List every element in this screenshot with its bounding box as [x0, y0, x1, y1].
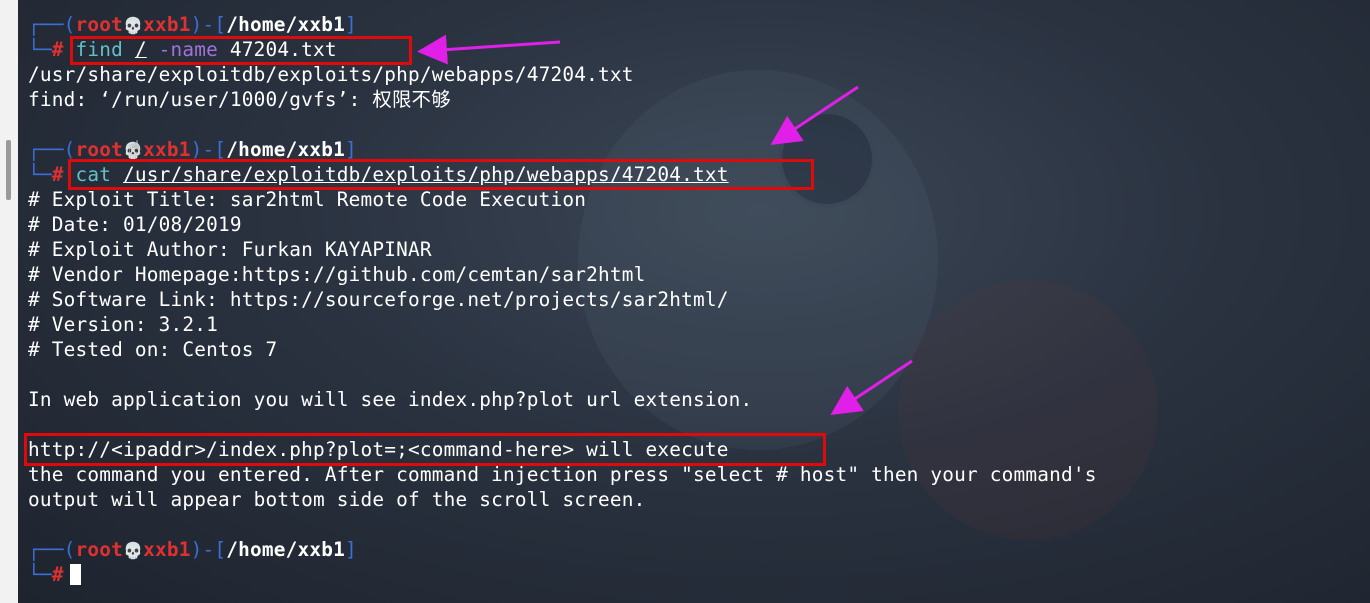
- annotation-arrows: [417, 34, 913, 415]
- arrow-annotation-icon: [417, 34, 561, 65]
- window-edge: [0, 0, 19, 603]
- terminal-window[interactable]: ┌──(root💀xxb1)-[/home/xxb1] └─# find / -…: [18, 0, 1370, 603]
- arrow-annotation-icon: [830, 359, 913, 415]
- arrow-annotation-icon: [770, 85, 859, 145]
- scrollbar-handle[interactable]: [6, 140, 11, 200]
